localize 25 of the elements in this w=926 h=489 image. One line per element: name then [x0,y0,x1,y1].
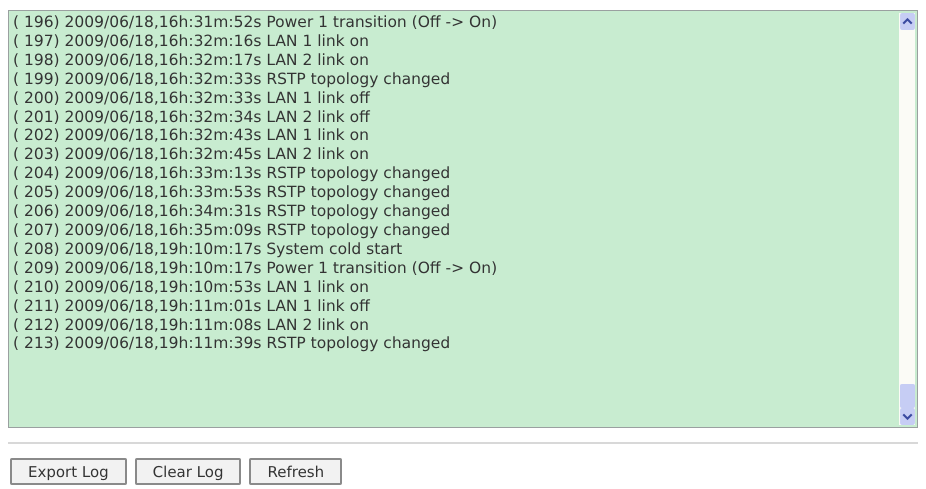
log-entry: ( 209) 2009/06/18,19h:10m:17s Power 1 transition (Off -> On) [13,258,498,278]
scroll-thumb[interactable] [900,384,914,408]
scroll-down-icon[interactable] [900,408,914,425]
log-entry: ( 211) 2009/06/18,19h:11m:01s LAN 1 link off [13,296,372,316]
log-entry: ( 198) 2009/06/18,16h:32m:17s LAN 2 link on [13,50,370,70]
log-action-button[interactable]: Refresh [249,458,342,485]
log-entry: ( 205) 2009/06/18,16h:33m:53s RSTP topology changed [13,183,452,202]
log-entry: ( 201) 2009/06/18,16h:32m:34s LAN 2 link off [13,108,372,126]
log-entry: ( 196) 2009/06/18,16h:31m:52s Power 1 transition (Off -> On) [13,13,498,32]
scrollbar[interactable] [899,13,915,425]
log-entry: ( 213) 2009/06/18,19h:11m:39s RSTP topology changed [13,334,452,354]
log-action-button[interactable]: Clear Log [134,458,242,485]
log-entry: ( 207) 2009/06/18,16h:35m:09s RSTP topology changed [13,220,452,240]
log-entry: ( 212) 2009/06/18,19h:11m:08s LAN 2 link on [13,316,370,334]
log-entry: ( 210) 2009/06/18,19h:10m:53s LAN 1 link on [13,278,370,297]
log-entry: ( 197) 2009/06/18,16h:32m:16s LAN 1 link on [13,32,370,51]
scroll-up-icon[interactable] [900,13,914,30]
log-action-button[interactable]: Export Log [10,458,127,485]
log-entry: ( 206) 2009/06/18,16h:34m:31s RSTP topology changed [13,202,452,221]
log-entry: ( 203) 2009/06/18,16h:32m:45s LAN 2 link on [13,145,370,164]
log-entry: ( 204) 2009/06/18,16h:33m:13s RSTP topology changed [13,164,452,184]
log-entry: ( 208) 2009/06/18,19h:10m:17s System cold start [13,240,404,259]
log-entry: ( 202) 2009/06/18,16h:32m:43s LAN 1 link on [13,126,370,146]
log-entry: ( 200) 2009/06/18,16h:32m:33s LAN 1 link off [13,88,372,108]
log-entry: ( 199) 2009/06/18,16h:32m:33s RSTP topology changed [13,70,452,89]
